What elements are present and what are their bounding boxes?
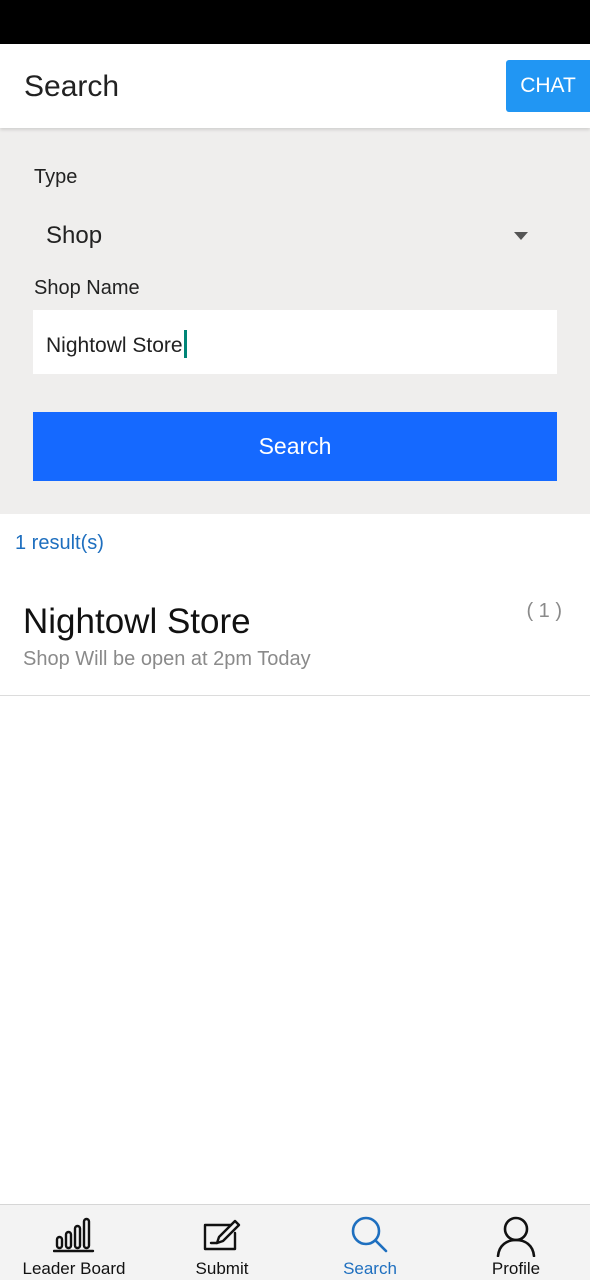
- nav-label-leader-board: Leader Board: [22, 1259, 126, 1278]
- text-cursor: [183, 330, 187, 358]
- nav-label-search: Search: [343, 1259, 397, 1278]
- nav-item-leader-board[interactable]: Leader Board: [0, 1205, 148, 1280]
- results-count: 1 result(s): [15, 532, 104, 554]
- type-selected-value: Shop: [46, 222, 103, 249]
- shop-name-value: Nightowl Store: [46, 334, 183, 357]
- search-button[interactable]: Search: [33, 412, 557, 481]
- status-bar: [0, 0, 590, 44]
- shop-name-label: Shop Name: [34, 277, 140, 299]
- bottom-nav: Leader Board Submit Search Profile: [0, 1204, 590, 1280]
- bar-chart-icon: [52, 1215, 95, 1258]
- nav-item-search[interactable]: Search: [296, 1205, 444, 1280]
- person-icon: [495, 1215, 537, 1262]
- app-bar: Search CHAT: [0, 44, 590, 128]
- result-subtitle: Shop Will be open at 2pm Today: [23, 648, 311, 670]
- type-select[interactable]: Shop: [34, 208, 556, 264]
- result-title: Nightowl Store: [23, 602, 251, 641]
- shop-name-input[interactable]: Nightowl Store: [33, 310, 557, 374]
- edit-icon: [201, 1215, 243, 1258]
- nav-item-profile[interactable]: Profile: [442, 1205, 590, 1280]
- search-icon: [349, 1215, 391, 1260]
- type-label: Type: [34, 166, 78, 188]
- chat-button[interactable]: CHAT: [506, 60, 590, 112]
- nav-label-submit: Submit: [195, 1259, 249, 1278]
- page-title: Search: [24, 70, 120, 103]
- search-form: Type Shop Shop Name Nightowl Store Searc…: [0, 128, 590, 514]
- nav-label-profile: Profile: [491, 1259, 541, 1278]
- result-count-badge: ( 1 ): [526, 600, 562, 622]
- result-item[interactable]: Nightowl Store Shop Will be open at 2pm …: [0, 580, 590, 696]
- nav-item-submit[interactable]: Submit: [148, 1205, 296, 1280]
- dropdown-arrow-icon: [514, 232, 528, 240]
